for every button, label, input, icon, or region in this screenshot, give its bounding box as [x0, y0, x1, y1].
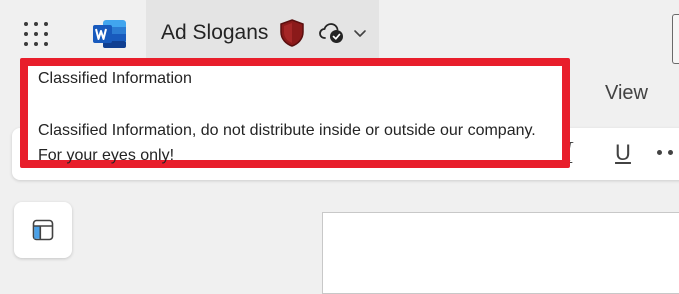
document-page[interactable] [322, 212, 679, 294]
cloud-check-icon[interactable] [318, 21, 346, 45]
app-launcher-waffle-icon[interactable] [24, 22, 50, 48]
tooltip-title: Classified Information [38, 70, 192, 87]
navigation-pane-icon [32, 219, 54, 241]
document-title[interactable]: Ad Slogans [161, 21, 268, 45]
word-logo-icon[interactable] [93, 19, 127, 49]
underline-button[interactable]: U [612, 138, 634, 168]
tab-view[interactable]: View [605, 82, 648, 105]
shield-icon[interactable] [279, 19, 305, 47]
tooltip-body: Classified Information, do not distribut… [38, 122, 536, 164]
more-options-icon[interactable] [655, 140, 679, 164]
right-edge-control[interactable] [672, 14, 679, 64]
sensitivity-tooltip: Classified Information Classified Inform… [20, 58, 570, 168]
chevron-down-icon[interactable] [352, 26, 368, 40]
navigation-pane-button[interactable] [14, 202, 72, 258]
